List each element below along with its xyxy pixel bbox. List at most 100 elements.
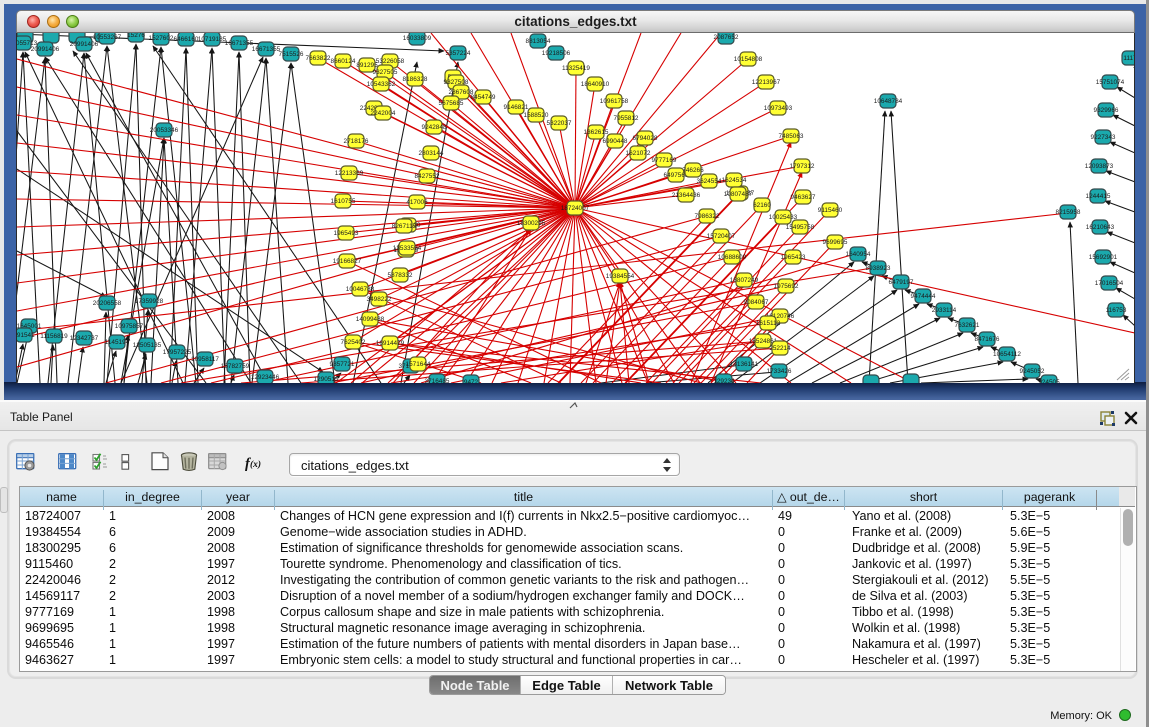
svg-text:10958117: 10958117 (191, 356, 219, 363)
svg-text:116753: 116753 (1106, 307, 1127, 314)
svg-text:15720407: 15720407 (707, 233, 736, 240)
svg-text:16210643: 16210643 (1086, 224, 1115, 231)
svg-text:6990448: 6990448 (603, 138, 628, 145)
svg-text:7955812: 7955812 (614, 115, 639, 122)
svg-text:8427552: 8427552 (415, 173, 440, 180)
svg-text:10154808: 10154808 (734, 56, 763, 63)
svg-text:1610755: 1610755 (331, 198, 356, 205)
svg-text:15276: 15276 (127, 33, 145, 39)
svg-text:9472: 9472 (464, 379, 479, 383)
svg-text:1290513: 1290513 (314, 376, 339, 383)
svg-text:9699695: 9699695 (823, 239, 848, 246)
svg-text:12213369: 12213369 (335, 170, 364, 177)
svg-text:2933114: 2933114 (932, 307, 957, 314)
svg-text:8471676: 8471676 (975, 336, 1000, 343)
svg-text:1527602: 1527602 (149, 35, 174, 42)
svg-text:12923446: 12923446 (251, 374, 280, 381)
svg-text:3624554: 3624554 (697, 178, 722, 185)
svg-text:16914479: 16914479 (376, 340, 405, 347)
svg-text:12505135: 12505135 (133, 342, 162, 349)
svg-text:12342737: 12342737 (70, 335, 99, 342)
svg-text:19166827: 19166827 (333, 258, 362, 265)
svg-text:16671355: 16671355 (252, 46, 281, 53)
svg-text:10648784: 10648784 (874, 98, 903, 105)
svg-text:2718176: 2718176 (344, 138, 369, 145)
svg-text:10025433: 10025433 (769, 214, 798, 221)
svg-text:10807487: 10807487 (724, 191, 753, 198)
svg-text:18724007: 18724007 (561, 205, 590, 212)
svg-text:7632621: 7632621 (955, 322, 980, 329)
svg-text:7625402: 7625402 (341, 339, 366, 346)
svg-text:10719185: 10719185 (198, 36, 227, 43)
svg-text:129234: 129234 (713, 378, 735, 383)
svg-text:1588520: 1588520 (524, 112, 549, 119)
svg-text:9474444: 9474444 (911, 293, 936, 300)
svg-text:1975692: 1975692 (774, 283, 799, 290)
svg-text:7663822: 7663822 (306, 55, 331, 62)
svg-text:1145194: 1145194 (105, 339, 130, 346)
svg-text:391541: 391541 (17, 332, 35, 339)
svg-text:20206558: 20206558 (93, 300, 122, 307)
svg-text:8454749: 8454749 (471, 94, 496, 101)
svg-text:20991406: 20991406 (70, 41, 99, 48)
svg-text:5878332: 5878332 (388, 272, 413, 279)
svg-text:16782759: 16782759 (221, 363, 250, 370)
svg-text:6479197: 6479197 (889, 279, 914, 286)
svg-text:53226058: 53226058 (376, 58, 405, 65)
svg-text:11325419: 11325419 (562, 65, 590, 72)
svg-text:5675685: 5675685 (439, 100, 464, 107)
svg-text:1244415: 1244415 (1086, 193, 1111, 200)
svg-text:1965493: 1965493 (334, 230, 359, 237)
svg-text:9084067: 9084067 (744, 299, 769, 306)
svg-text:7986322: 7986322 (695, 213, 720, 220)
svg-text:5322037: 5322037 (547, 120, 572, 127)
svg-text:15495758: 15495758 (786, 224, 815, 231)
svg-text:8215958: 8215958 (1056, 209, 1081, 216)
svg-text:3498222: 3498222 (367, 296, 392, 303)
svg-text:10961758: 10961758 (600, 98, 629, 105)
svg-text:20053346: 20053346 (150, 127, 179, 134)
svg-text:10553267: 10553267 (93, 34, 122, 41)
svg-text:19384554: 19384554 (606, 273, 635, 280)
svg-text:17016504: 17016504 (1095, 280, 1124, 287)
svg-text:8267115: 8267115 (392, 223, 417, 230)
svg-text:15692901: 15692901 (1089, 254, 1118, 261)
svg-text:1965423: 1965423 (781, 254, 806, 261)
svg-text:2087652: 2087652 (714, 34, 739, 41)
svg-text:1621072: 1621072 (626, 150, 651, 157)
svg-text:21364436: 21364436 (672, 192, 701, 199)
svg-text:12213967: 12213967 (752, 79, 781, 86)
svg-text:10975857: 10975857 (115, 323, 144, 330)
svg-text:8186328: 8186328 (403, 76, 428, 83)
svg-text:10046788: 10046788 (346, 286, 375, 293)
svg-text:9146821: 9146821 (504, 104, 529, 111)
svg-text:9242848: 9242848 (422, 124, 447, 131)
svg-text:746266: 746266 (682, 167, 704, 174)
svg-text:62160: 62160 (753, 202, 771, 209)
svg-text:15751074: 15751074 (1096, 79, 1125, 86)
svg-text:1733426: 1733426 (767, 368, 792, 375)
svg-text:8660124: 8660124 (331, 58, 356, 65)
svg-text:9777169: 9777169 (652, 157, 677, 164)
svg-text:1640954: 1640954 (846, 251, 871, 258)
svg-text:9115460: 9115460 (818, 207, 843, 214)
svg-text:9327505: 9327505 (373, 69, 398, 76)
svg-text:924505: 924505 (1038, 379, 1060, 383)
svg-text:19218506: 19218506 (542, 50, 571, 57)
svg-text:(x): (x) (250, 459, 261, 470)
svg-text:12093873: 12093873 (1085, 163, 1114, 170)
svg-text:1797312: 1797312 (790, 163, 815, 170)
svg-text:9857721: 9857721 (330, 361, 355, 368)
svg-text:10654112: 10654112 (993, 351, 1021, 358)
svg-text:2803144: 2803144 (419, 150, 444, 157)
svg-text:5357224: 5357224 (446, 50, 471, 57)
svg-text:1117: 1117 (1123, 55, 1134, 62)
svg-text:1362615: 1362615 (584, 129, 609, 136)
svg-text:14136141: 14136141 (730, 361, 759, 368)
svg-text:14099488: 14099488 (356, 316, 385, 323)
svg-text:417006: 417006 (406, 199, 428, 206)
svg-text:8813054: 8813054 (526, 38, 551, 45)
svg-text:2242004: 2242004 (371, 110, 396, 117)
svg-text:10688609: 10688609 (718, 254, 747, 261)
svg-text:13533594: 13533594 (393, 245, 422, 252)
